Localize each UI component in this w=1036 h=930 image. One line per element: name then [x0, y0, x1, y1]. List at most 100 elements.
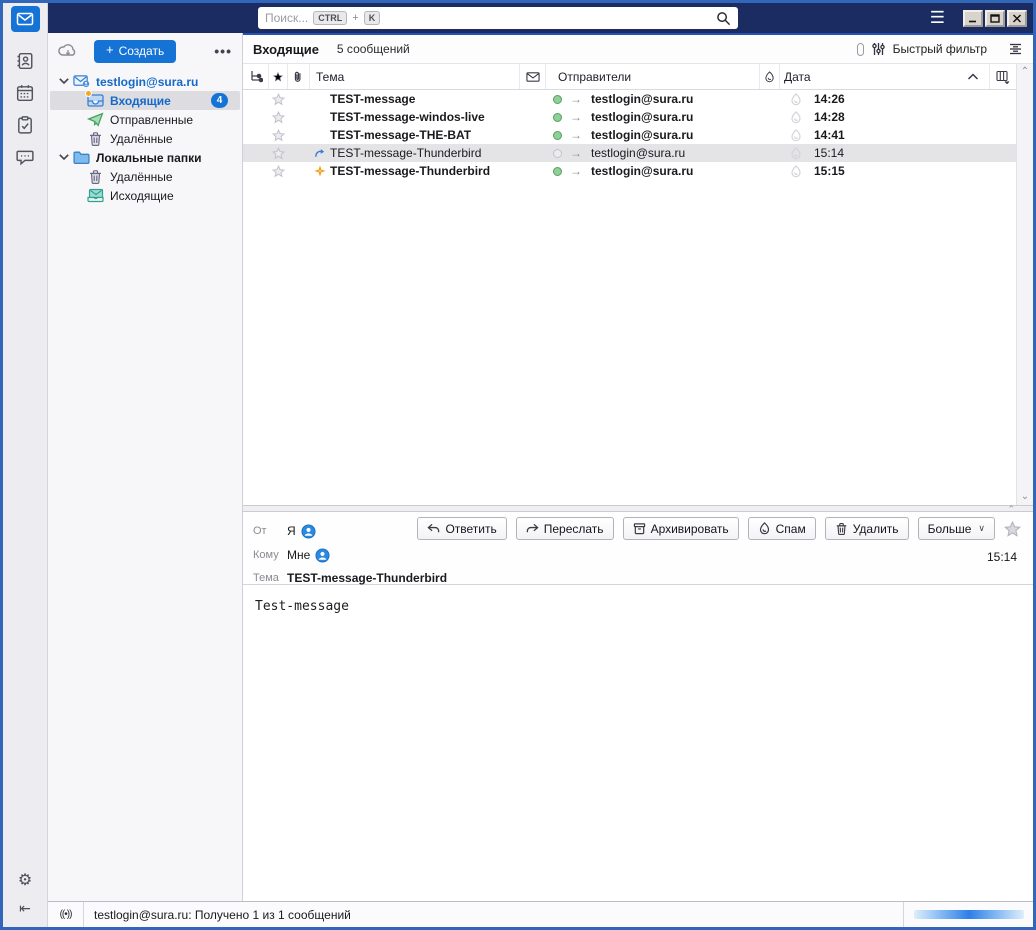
folder-pane-options-button[interactable]: •••: [214, 43, 232, 59]
folder-label: Отправленные: [110, 113, 193, 127]
message-row[interactable]: TEST-message-windos-live→testlogin@sura.…: [243, 108, 1016, 126]
recipient-avatar-icon[interactable]: [315, 548, 330, 563]
quick-filter-icon: [871, 42, 886, 56]
star-column-header[interactable]: [269, 64, 288, 89]
junk-button[interactable]: Спам: [748, 517, 816, 540]
star-row-icon[interactable]: [272, 147, 285, 160]
to-value: Мне: [287, 548, 330, 563]
unread-dot-icon[interactable]: [553, 167, 562, 176]
to-label: Кому: [253, 549, 287, 561]
folder-item-отправленные[interactable]: Отправленные: [50, 110, 240, 129]
sender-avatar-icon[interactable]: [301, 524, 316, 539]
expander-chevron-icon[interactable]: [58, 153, 70, 161]
message-subject: TEST-message-Thunderbird: [328, 162, 546, 180]
scroll-down-arrow[interactable]: ⌄: [1021, 492, 1029, 502]
correspondents-column-header[interactable]: Отправители: [520, 64, 760, 89]
unread-dot-icon[interactable]: [553, 131, 562, 140]
message-sender: testlogin@sura.ru: [591, 92, 693, 106]
column-picker-button[interactable]: [990, 64, 1016, 89]
global-search-input[interactable]: Поиск... CTRL + K: [258, 7, 738, 29]
space-chat-button[interactable]: [11, 144, 40, 170]
space-calendar-button[interactable]: [11, 80, 40, 106]
trash-folder-icon: [87, 169, 104, 184]
app-menu-button[interactable]: ☰: [930, 8, 945, 28]
address-book-icon: [16, 52, 34, 70]
space-mail-button[interactable]: [11, 6, 40, 32]
junk-column-header[interactable]: [760, 64, 780, 89]
folder-item-локальные-папки[interactable]: Локальные папки: [50, 148, 240, 167]
expander-chevron-icon[interactable]: [58, 77, 70, 85]
outbox-folder-icon: [87, 188, 104, 203]
inbox-folder-icon: [87, 93, 104, 108]
attachment-column-header[interactable]: [288, 64, 310, 89]
message-subject: TEST-message-windos-live: [328, 108, 546, 126]
flag-star-icon[interactable]: [1004, 521, 1021, 537]
message-list-scrollbar[interactable]: ⌃ ⌄: [1016, 64, 1033, 505]
folder-item-удалённые[interactable]: Удалённые: [50, 167, 240, 186]
forward-button[interactable]: Переслать: [516, 517, 614, 540]
junk-light-icon[interactable]: [790, 111, 802, 124]
reply-button[interactable]: Ответить: [417, 517, 506, 540]
minimize-button[interactable]: [963, 10, 983, 27]
star-row-icon[interactable]: [272, 111, 285, 124]
date-column-header[interactable]: Дата: [780, 64, 990, 89]
close-button[interactable]: [1007, 10, 1027, 27]
message-subject: TEST-message: [328, 90, 546, 108]
correspondents-icon: [520, 64, 546, 89]
delete-button[interactable]: Удалить: [825, 517, 909, 540]
star-row-icon[interactable]: [272, 165, 285, 178]
status-text: testlogin@sura.ru: Получено 1 из 1 сообщ…: [84, 908, 351, 922]
message-time: 14:26: [806, 90, 1016, 108]
spaces-toolbar: ⚙⇤: [3, 3, 48, 927]
message-time: 14:41: [806, 126, 1016, 144]
read-dot-icon[interactable]: [553, 149, 562, 158]
unread-dot-icon[interactable]: [553, 95, 562, 104]
account-folder-icon: [73, 74, 90, 89]
junk-light-icon[interactable]: [790, 93, 802, 106]
chevron-down-icon: ∨: [978, 523, 985, 534]
subject-column-header[interactable]: Тема: [310, 64, 520, 89]
folder-item-удалённые[interactable]: Удалённые: [50, 129, 240, 148]
quick-filter-button[interactable]: Быстрый фильтр: [893, 42, 987, 56]
cloud-sync-icon[interactable]: [58, 42, 78, 60]
collapse-spaces-icon[interactable]: ⇤: [19, 901, 31, 915]
scroll-up-arrow[interactable]: ⌃: [1021, 67, 1029, 77]
progress-section: [903, 902, 1033, 927]
btn-junk-icon: [758, 522, 771, 535]
thread-column-header[interactable]: [243, 64, 269, 89]
message-row[interactable]: TEST-message-Thunderbird→testlogin@sura.…: [243, 162, 1016, 180]
folder-item-testlogin@sura.ru[interactable]: testlogin@sura.ru: [50, 72, 240, 91]
from-label: От: [253, 525, 287, 537]
star-row-icon[interactable]: [272, 93, 285, 106]
folder-item-входящие[interactable]: Входящие4: [50, 91, 240, 110]
message-row[interactable]: TEST-message-THE-BAT→testlogin@sura.ru14…: [243, 126, 1016, 144]
pane-splitter[interactable]: ⌃: [243, 505, 1033, 512]
unread-dot-icon[interactable]: [553, 113, 562, 122]
message-list-display-options-icon[interactable]: [1008, 42, 1023, 56]
maximize-button[interactable]: [985, 10, 1005, 27]
space-tasks-button[interactable]: [11, 112, 40, 138]
more-button[interactable]: Больше∨: [918, 517, 995, 540]
outgoing-arrow-icon: →: [570, 92, 582, 106]
new-message-button[interactable]: + Создать: [94, 40, 176, 63]
junk-light-icon[interactable]: [790, 165, 802, 178]
message-body: Test-message: [243, 585, 1033, 901]
junk-light-icon[interactable]: [790, 147, 802, 160]
btn-reply-icon: [427, 522, 440, 535]
column-header-row: Тема Отправители: [243, 64, 1016, 90]
archive-button[interactable]: Архивировать: [623, 517, 739, 540]
pill-indicator-icon: [857, 43, 864, 56]
message-row[interactable]: TEST-message-Thunderbird→testlogin@sura.…: [243, 144, 1016, 162]
settings-icon[interactable]: ⚙: [18, 873, 32, 889]
star-row-icon[interactable]: [272, 129, 285, 142]
button-label: Переслать: [544, 522, 604, 536]
junk-light-icon[interactable]: [790, 129, 802, 142]
progress-bar: [914, 910, 1024, 919]
outgoing-arrow-icon: →: [570, 110, 582, 124]
titlebar: Поиск... CTRL + K ☰: [48, 3, 1033, 33]
message-row[interactable]: TEST-message → testlogin@sura.ru 14:26: [243, 90, 1016, 108]
space-address-book-button[interactable]: [11, 48, 40, 74]
button-label: Спам: [776, 522, 806, 536]
message-time: 15:15: [806, 162, 1016, 180]
folder-item-исходящие[interactable]: Исходящие: [50, 186, 240, 205]
